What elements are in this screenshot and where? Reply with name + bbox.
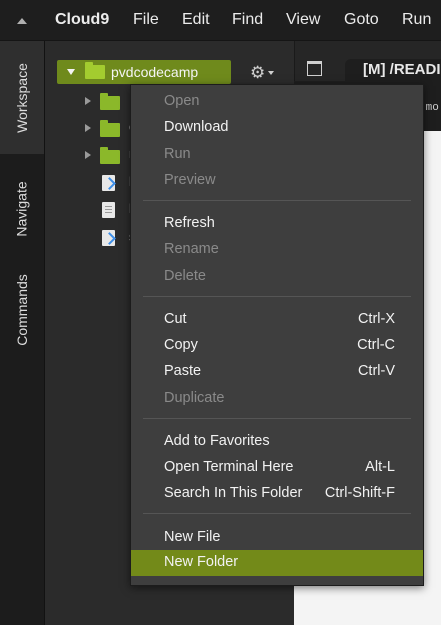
folder-icon <box>100 120 120 137</box>
menu-item-open[interactable]: Open <box>131 89 423 115</box>
menu-find[interactable]: Find <box>232 11 263 29</box>
expanded-arrow-icon[interactable] <box>67 69 75 75</box>
menu-item-label: Copy <box>164 337 198 353</box>
menu-item-label: Duplicate <box>164 390 225 406</box>
menu-item-label: Search In This Folder <box>164 485 303 501</box>
menu-item-search-in-folder[interactable]: Search In This Folder Ctrl-Shift-F <box>131 481 423 507</box>
menu-item-label: Run <box>164 146 191 162</box>
menu-view[interactable]: View <box>286 11 320 29</box>
menu-item-open-terminal[interactable]: Open Terminal Here Alt-L <box>131 455 423 481</box>
document-icon[interactable] <box>307 61 322 76</box>
menu-item-run[interactable]: Run <box>131 142 423 168</box>
tree-root-label: pvdcodecamp <box>111 64 199 80</box>
menu-item-copy[interactable]: Copy Ctrl-C <box>131 333 423 359</box>
menu-divider <box>143 200 411 201</box>
menu-item-label: Cut <box>164 311 187 327</box>
menu-item-refresh[interactable]: Refresh <box>131 211 423 237</box>
chevron-down-icon[interactable] <box>268 71 274 75</box>
menu-item-paste[interactable]: Paste Ctrl-V <box>131 359 423 385</box>
menu-divider <box>143 296 411 297</box>
gear-icon[interactable]: ⚙ <box>250 63 265 83</box>
menu-item-new-folder[interactable]: New Folder <box>131 550 423 576</box>
folder-icon <box>100 147 120 164</box>
menu-item-duplicate[interactable]: Duplicate <box>131 386 423 412</box>
menu-item-shortcut: Ctrl-Shift-F <box>324 485 395 501</box>
folder-icon <box>100 93 120 110</box>
menu-item-download[interactable]: Download <box>131 115 423 141</box>
folder-icon <box>85 62 105 79</box>
menu-divider <box>143 418 411 419</box>
document-file-icon <box>102 202 115 218</box>
context-menu: Open Download Run Preview Refresh Rename… <box>130 84 424 586</box>
tab-navigate-label: Navigate <box>14 181 31 237</box>
chevron-up-icon <box>17 18 27 24</box>
menu-item-label: Refresh <box>164 215 215 231</box>
menu-edit[interactable]: Edit <box>182 11 210 29</box>
code-file-icon <box>102 175 115 191</box>
menu-file[interactable]: File <box>133 11 159 29</box>
menu-item-label: Paste <box>164 363 202 379</box>
menu-goto[interactable]: Goto <box>344 11 379 29</box>
tab-workspace[interactable]: Workspace <box>0 41 44 154</box>
tab-commands[interactable]: Commands <box>0 255 44 365</box>
tab-navigate[interactable]: Navigate <box>0 159 44 259</box>
menu-item-shortcut: Ctrl-X <box>357 311 395 327</box>
menu-item-label: New File <box>164 529 221 545</box>
menu-item-label: Download <box>164 119 229 135</box>
collapse-menu-button[interactable] <box>12 13 32 29</box>
menu-item-label: Preview <box>164 172 216 188</box>
menu-item-label: Delete <box>164 268 206 284</box>
menu-item-label: Add to Favorites <box>164 433 270 449</box>
tab-commands-label: Commands <box>14 274 30 346</box>
menu-item-shortcut: Ctrl-C <box>357 337 395 353</box>
tab-workspace-label: Workspace <box>14 62 30 133</box>
collapsed-arrow-icon[interactable] <box>85 124 91 132</box>
sidebar-tabs: Workspace Navigate Commands <box>0 41 45 625</box>
collapsed-arrow-icon[interactable] <box>85 97 91 105</box>
menu-item-label: Open <box>164 93 200 109</box>
menu-item-label: New Folder <box>164 554 239 570</box>
collapsed-arrow-icon[interactable] <box>85 151 91 159</box>
menu-item-label: Rename <box>164 241 219 257</box>
menu-item-shortcut: Alt-L <box>365 459 395 475</box>
menu-item-shortcut: Ctrl-V <box>357 363 395 379</box>
menu-bar: Cloud9 File Edit Find View Goto Run <box>0 0 441 41</box>
code-file-icon <box>102 230 115 246</box>
menu-item-new-file[interactable]: New File <box>131 525 423 551</box>
menu-divider <box>143 513 411 514</box>
tree-root-row[interactable]: pvdcodecamp <box>57 60 231 84</box>
editor-tab-bar: [M] /READI <box>294 41 441 83</box>
menu-item-cut[interactable]: Cut Ctrl-X <box>131 307 423 333</box>
menu-item-preview[interactable]: Preview <box>131 168 423 194</box>
menu-item-rename[interactable]: Rename <box>131 237 423 263</box>
menu-item-add-to-favorites[interactable]: Add to Favorites <box>131 429 423 455</box>
editor-tab[interactable]: [M] /READI <box>345 59 441 83</box>
editor-tab-label: [M] /READI <box>363 61 441 78</box>
menu-run[interactable]: Run <box>402 11 431 29</box>
brand-menu[interactable]: Cloud9 <box>55 11 109 29</box>
menu-item-label: Open Terminal Here <box>164 459 294 475</box>
menu-item-delete[interactable]: Delete <box>131 264 423 290</box>
